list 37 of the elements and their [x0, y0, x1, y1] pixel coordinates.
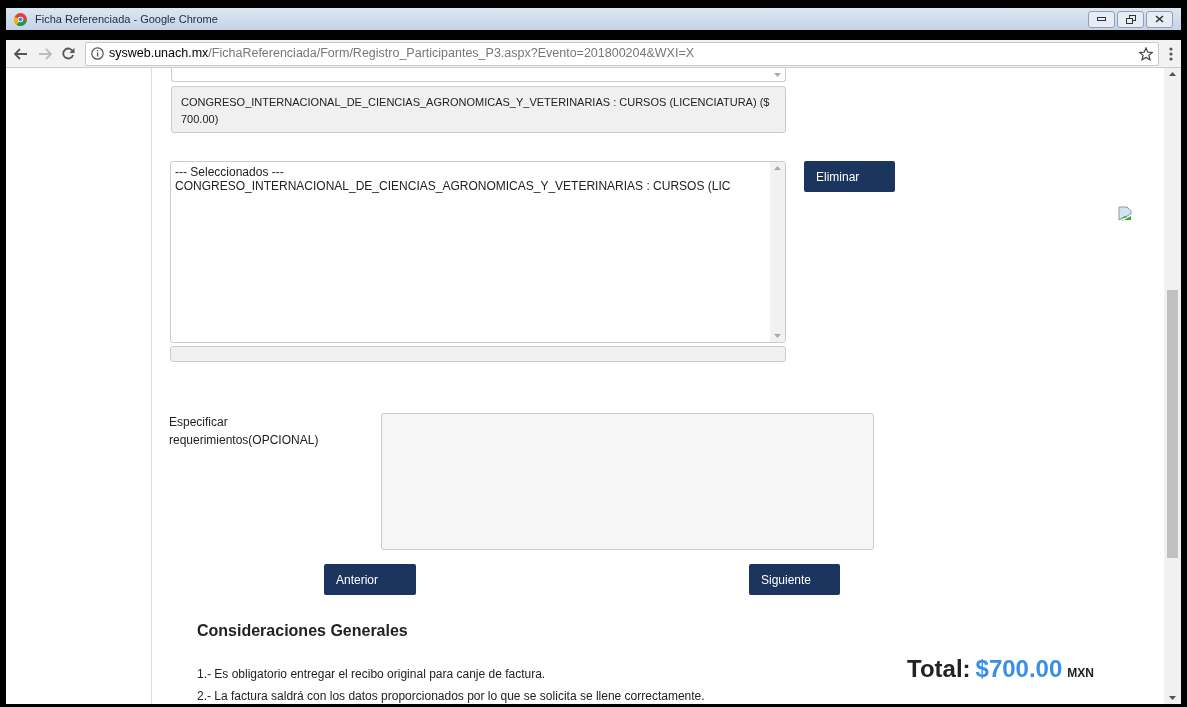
- address-field[interactable]: sysweb.unach.mx/FichaReferenciada/Form/Registro_Participantes_P3.aspx?Evento=201800204&WXI=X: [85, 41, 1159, 66]
- restore-button[interactable]: [1117, 10, 1144, 28]
- scroll-down-icon[interactable]: [1169, 696, 1176, 700]
- menu-icon[interactable]: [1169, 46, 1173, 61]
- scroll-up-icon[interactable]: [1169, 72, 1176, 76]
- selection-summary: CONGRESO_INTERNACIONAL_DE_CIENCIAS_AGRONOMICAS_Y_VETERINARIAS : CURSOS (LICENCIATURA) ($ 700.00): [171, 86, 786, 133]
- scroll-thumb[interactable]: [1167, 290, 1178, 558]
- minimize-button[interactable]: [1088, 10, 1115, 28]
- consideration-text: 2.- La factura saldrá con los datos proporcionados por lo que se solicita se llene correctamente.: [197, 688, 705, 704]
- total-label: Total:: [907, 654, 971, 684]
- close-icon: [1155, 15, 1164, 23]
- page-scrollbar[interactable]: [1164, 68, 1181, 704]
- restore-icon: [1125, 14, 1136, 24]
- info-icon: [91, 47, 104, 60]
- star-icon[interactable]: [1139, 46, 1153, 61]
- section-heading: Consideraciones Generales: [197, 621, 409, 641]
- close-button[interactable]: [1146, 10, 1173, 28]
- next-button[interactable]: Siguiente: [749, 564, 840, 595]
- back-arrow-icon[interactable]: [14, 47, 28, 60]
- delete-button[interactable]: Eliminar: [804, 161, 895, 192]
- requirements-field[interactable]: [381, 413, 874, 550]
- requirements-label: Especificar requerimientos(OPCIONAL): [169, 414, 320, 449]
- reload-icon[interactable]: [62, 47, 75, 60]
- browser-logo-icon: [14, 12, 27, 26]
- currency-label: MXN: [1067, 665, 1094, 682]
- back-button[interactable]: Anterior: [324, 564, 416, 595]
- list-option[interactable]: CONGRESO_INTERNACIONAL_DE_CIENCIAS_AGRONOMICAS_Y_VETERINARIAS : CURSOS (LIC: [175, 179, 731, 193]
- list-option[interactable]: --- Seleccionados ---: [175, 165, 284, 179]
- broken-image-icon: [1118, 206, 1132, 221]
- consideration-text: 1.- Es obligatorio entregar el recibo original para canje de factura.: [197, 666, 546, 683]
- dropdown-arrow-icon: [774, 72, 781, 77]
- url-text: sysweb.unach.mx/FichaReferenciada/Form/Registro_Participantes_P3.aspx?Evento=201800204&WXI=X: [109, 45, 695, 63]
- window-title: Ficha Referenciada - Google Chrome: [35, 11, 218, 27]
- minimize-icon: [1097, 17, 1106, 21]
- selected-listbox[interactable]: --- Seleccionados --- CONGRESO_INTERNACIONAL_DE_CIENCIAS_AGRONOMICAS_Y_VETERINARIAS : CURSOS (LIC: [170, 161, 786, 343]
- dropdown-field[interactable]: [171, 68, 786, 82]
- total-amount: $700.00: [975, 654, 1063, 684]
